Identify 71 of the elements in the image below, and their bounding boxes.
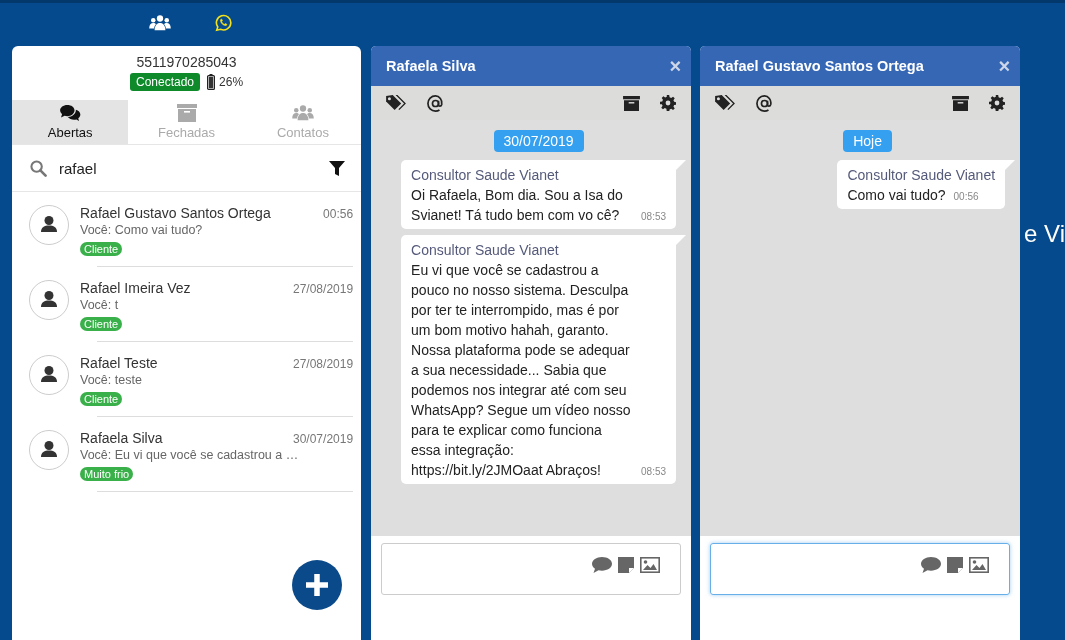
- sender-name: Consultor Saude Vianet: [411, 166, 560, 185]
- message-text: Eu vi que você se cadastrou a pouco no nosso sistema. Desculpa por ter te interrompido, mas é por um bom motivo hahah, garanto. Nossa plataforma pode se adequar a sua necessidade... Sabia que podemos nos integrar até com seu WhatsApp? Segue um vídeo nosso para te explicar como funciona essa integração: https://bit.ly/2JMOaat Abraços!: [411, 261, 632, 480]
- avatar-icon: [29, 205, 69, 245]
- tab[interactable]: Abertas: [12, 100, 129, 144]
- contact-tag: Cliente: [80, 317, 123, 331]
- close-button[interactable]: ×: [669, 56, 682, 76]
- settings-icon[interactable]: [989, 95, 1006, 111]
- conversation-item[interactable]: Rafael Teste 27/08/2019 Você: teste Cliente: [29, 342, 354, 417]
- note-icon[interactable]: [947, 557, 964, 573]
- conversation-time: 00:56: [323, 207, 354, 221]
- sender-name: Consultor Saude Vianet: [847, 166, 996, 185]
- background-text: e Vi: [1024, 220, 1065, 247]
- avatar-icon: [29, 280, 69, 320]
- contact-tag: Cliente: [80, 392, 123, 406]
- conversation-time: 30/07/2019: [293, 432, 354, 446]
- battery-percent: 26%: [219, 75, 244, 89]
- speech-bubble-icon[interactable]: [921, 557, 942, 573]
- team-icon: [291, 104, 314, 122]
- search-icon: [30, 159, 47, 177]
- contact-tag: Cliente: [80, 242, 123, 256]
- contact-tag: Muito frio: [80, 467, 134, 481]
- image-icon[interactable]: [640, 557, 661, 573]
- sender-name: Consultor Saude Vianet: [411, 241, 560, 260]
- conversation-item[interactable]: Rafael Imeira Vez 27/08/2019 Você: t Cliente: [29, 267, 354, 342]
- contact-name: Rafael Gustavo Santos Ortega: [80, 205, 271, 221]
- conversation-time: 27/08/2019: [293, 357, 354, 371]
- archive-icon: [176, 104, 197, 122]
- avatar-icon: [29, 355, 69, 395]
- chat-bubbles-icon: [59, 104, 82, 122]
- note-icon[interactable]: [618, 557, 635, 573]
- speech-bubble-icon[interactable]: [592, 557, 613, 573]
- plus-icon: [306, 574, 328, 596]
- message-input[interactable]: [381, 543, 682, 595]
- tags-icon[interactable]: [386, 94, 408, 112]
- message-preview: Você: teste: [80, 373, 143, 387]
- avatar-icon: [29, 430, 69, 470]
- mention-icon[interactable]: [756, 94, 774, 112]
- message-time: 08:53: [641, 210, 667, 224]
- add-button[interactable]: [292, 560, 342, 610]
- message-preview: Você: Eu vi que você se cadastrou a …: [80, 448, 300, 462]
- message-text: Oi Rafaela, Bom dia. Sou a Isa do Svianet! Tá tudo bem com vo cê?: [411, 186, 624, 225]
- team-icon[interactable]: [149, 13, 171, 32]
- conversation-item[interactable]: Rafael Gustavo Santos Ortega 00:56 Você: Como vai tudo? Cliente: [29, 192, 354, 267]
- image-icon[interactable]: [969, 557, 990, 573]
- message-input[interactable]: [710, 543, 1011, 595]
- conversation-time: 27/08/2019: [293, 282, 354, 296]
- archive-icon[interactable]: [623, 95, 641, 111]
- contact-name: Rafael Imeira Vez: [80, 280, 191, 296]
- status-badge: Conectado: [130, 73, 201, 91]
- conversation-item[interactable]: Rafaela Silva 30/07/2019 Você: Eu vi que você se cadastrou a … Muito frio: [29, 417, 354, 492]
- chat-title: Rafael Gustavo Santos Ortega: [715, 58, 924, 74]
- whatsapp-icon[interactable]: [214, 13, 232, 32]
- message-time: 00:56: [953, 190, 979, 204]
- search-field[interactable]: rafael: [57, 158, 320, 178]
- tags-icon[interactable]: [715, 94, 737, 112]
- message-time: 08:53: [641, 465, 667, 479]
- chat-title: Rafaela Silva: [386, 58, 476, 74]
- date-badge: Hoje: [843, 130, 892, 152]
- contact-name: Rafaela Silva: [80, 430, 163, 446]
- archive-icon[interactable]: [952, 95, 970, 111]
- message-text: Como vai tudo?: [847, 186, 946, 205]
- contact-name: Rafael Teste: [80, 355, 158, 371]
- settings-icon[interactable]: [660, 95, 677, 111]
- battery-icon: [207, 74, 216, 90]
- date-badge: 30/07/2019: [493, 130, 584, 152]
- message-preview: Você: t: [80, 298, 120, 312]
- message-preview: Você: Como vai tudo?: [80, 223, 204, 237]
- close-button[interactable]: ×: [998, 56, 1011, 76]
- mention-icon[interactable]: [427, 94, 445, 112]
- filter-icon[interactable]: [329, 160, 346, 176]
- phone-number: 5511970285043: [135, 54, 238, 70]
